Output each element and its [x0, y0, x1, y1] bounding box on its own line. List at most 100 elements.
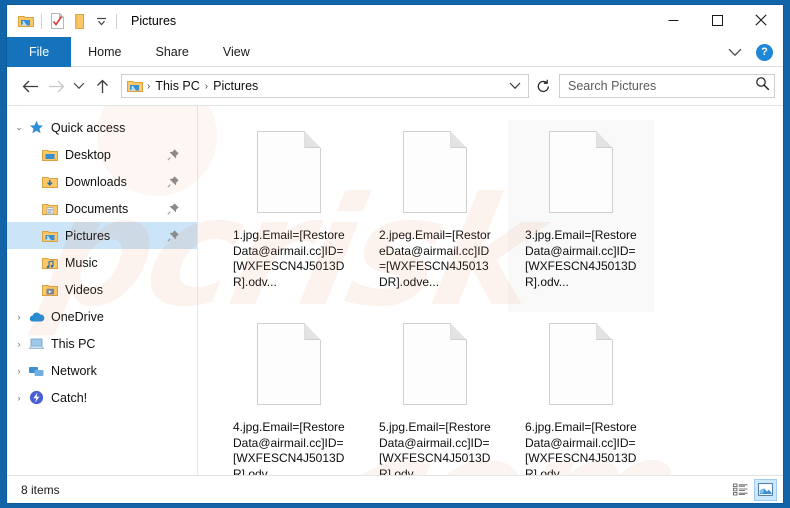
tab-share[interactable]: Share	[139, 37, 206, 67]
tab-file[interactable]: File	[7, 37, 72, 67]
pin-icon[interactable]	[167, 148, 179, 161]
blank-document-icon	[533, 124, 629, 220]
file-item[interactable]: 1.jpg.Email=[RestoreData@airmail.cc]ID=[…	[216, 120, 362, 312]
quick-access-toolbar	[7, 10, 121, 32]
breadcrumb-pictures[interactable]: Pictures	[210, 79, 261, 93]
sidebar-item-onedrive[interactable]: › OneDrive	[7, 303, 197, 330]
sidebar-label: Network	[51, 363, 97, 378]
file-explorer-window: Pictures File Home Share View ? › This P…	[6, 4, 784, 504]
folder-music-icon	[41, 255, 59, 271]
sidebar-item-this-pc[interactable]: › This PC	[7, 330, 197, 357]
tab-home[interactable]: Home	[71, 37, 138, 67]
sidebar-label: Quick access	[51, 120, 126, 135]
forward-button	[43, 73, 69, 99]
address-bar: › This PC › Pictures Search Pictures	[7, 67, 783, 105]
sidebar-item-catch[interactable]: › Catch!	[7, 384, 197, 411]
explorer-body: ⌄ Quick access Desktop Downloads Documen…	[7, 105, 783, 475]
chevron-right-icon[interactable]: ›	[11, 363, 27, 379]
file-item[interactable]: 3.jpg.Email=[RestoreData@airmail.cc]ID=[…	[508, 120, 654, 312]
view-mode-buttons	[729, 478, 777, 501]
item-count-label: 8 items	[21, 482, 60, 497]
chevron-right-icon[interactable]: ›	[11, 390, 27, 406]
title-bar: Pictures	[7, 5, 783, 37]
customize-dropdown-icon[interactable]	[90, 10, 112, 32]
status-bar: 8 items	[7, 475, 783, 503]
properties-icon[interactable]	[46, 10, 68, 32]
file-name-label: 6.jpg.Email=[RestoreData@airmail.cc]ID=[…	[525, 420, 637, 475]
pin-icon[interactable]	[167, 175, 179, 188]
file-name-label: 2.jpeg.Email=[RestoreData@airmail.cc]ID=…	[379, 228, 491, 289]
search-input[interactable]: Search Pictures	[559, 74, 775, 98]
pictures-folder-icon[interactable]	[15, 10, 37, 32]
folder-pictures-icon	[41, 228, 59, 244]
file-list-pane[interactable]: 1.jpg.Email=[RestoreData@airmail.cc]ID=[…	[197, 106, 783, 475]
tab-view[interactable]: View	[206, 37, 267, 67]
sidebar-item-documents[interactable]: Documents	[7, 195, 197, 222]
toolbar-separator-2	[116, 13, 117, 29]
details-view-button[interactable]	[729, 479, 752, 501]
breadcrumb-separator-1[interactable]: ›	[203, 81, 210, 92]
breadcrumb-separator-0[interactable]: ›	[145, 81, 152, 92]
file-name-label: 4.jpg.Email=[RestoreData@airmail.cc]ID=[…	[233, 420, 345, 475]
sidebar-label: Catch!	[51, 390, 88, 405]
file-grid: 1.jpg.Email=[RestoreData@airmail.cc]ID=[…	[216, 120, 783, 475]
address-dropdown-icon[interactable]	[506, 75, 524, 97]
sidebar-label: Documents	[65, 201, 129, 216]
breadcrumb-this-pc[interactable]: This PC	[152, 79, 202, 93]
ribbon-right-controls: ?	[724, 37, 777, 67]
sidebar-label: Pictures	[65, 228, 111, 243]
back-button[interactable]	[17, 73, 43, 99]
refresh-button[interactable]	[531, 74, 555, 98]
sidebar-item-desktop[interactable]: Desktop	[7, 141, 197, 168]
up-button[interactable]	[89, 73, 115, 99]
this-pc-icon	[27, 336, 45, 352]
blank-document-icon	[533, 316, 629, 412]
blank-document-icon	[387, 124, 483, 220]
minimize-button[interactable]	[651, 5, 695, 35]
search-placeholder: Search Pictures	[568, 79, 657, 93]
new-folder-icon[interactable]	[68, 10, 90, 32]
toolbar-separator-1	[41, 13, 42, 29]
sidebar-item-pictures[interactable]: Pictures	[7, 222, 197, 249]
file-item[interactable]: 6.jpg.Email=[RestoreData@airmail.cc]ID=[…	[508, 312, 654, 475]
sidebar-label: Downloads	[65, 174, 127, 189]
blank-document-icon	[387, 316, 483, 412]
star-icon	[27, 120, 45, 136]
catch-icon	[27, 390, 45, 406]
recent-locations-button[interactable]	[69, 73, 89, 99]
chevron-down-icon[interactable]: ⌄	[11, 120, 27, 136]
chevron-down-icon[interactable]	[724, 41, 746, 63]
navigation-pane: ⌄ Quick access Desktop Downloads Documen…	[7, 106, 197, 475]
sidebar-label: This PC	[51, 336, 96, 351]
sidebar-item-downloads[interactable]: Downloads	[7, 168, 197, 195]
chevron-right-icon[interactable]: ›	[11, 309, 27, 325]
pin-icon[interactable]	[167, 202, 179, 215]
file-item[interactable]: 5.jpg.Email=[RestoreData@airmail.cc]ID=[…	[362, 312, 508, 475]
window-title: Pictures	[131, 14, 177, 28]
help-icon[interactable]: ?	[756, 43, 773, 61]
pictures-folder-icon-breadcrumb	[127, 79, 143, 93]
folder-downloads-icon	[41, 174, 59, 190]
address-input[interactable]: › This PC › Pictures	[121, 74, 529, 98]
chevron-right-icon[interactable]: ›	[11, 336, 27, 352]
sidebar-item-music[interactable]: Music	[7, 249, 197, 276]
sidebar-item-videos[interactable]: Videos	[7, 276, 197, 303]
folder-videos-icon	[41, 282, 59, 298]
sidebar-item-network[interactable]: › Network	[7, 357, 197, 384]
file-name-label: 3.jpg.Email=[RestoreData@airmail.cc]ID=[…	[525, 228, 637, 289]
file-name-label: 1.jpg.Email=[RestoreData@airmail.cc]ID=[…	[233, 228, 345, 289]
pin-icon[interactable]	[167, 229, 179, 242]
sidebar-label: Videos	[65, 282, 103, 297]
file-item[interactable]: 4.jpg.Email=[RestoreData@airmail.cc]ID=[…	[216, 312, 362, 475]
search-icon[interactable]	[755, 76, 770, 96]
ribbon-tab-bar: File Home Share View ?	[7, 37, 783, 67]
file-item[interactable]: 2.jpeg.Email=[RestoreData@airmail.cc]ID=…	[362, 120, 508, 312]
folder-documents-icon	[41, 201, 59, 217]
file-name-label: 5.jpg.Email=[RestoreData@airmail.cc]ID=[…	[379, 420, 491, 475]
close-button[interactable]	[739, 5, 783, 35]
maximize-button[interactable]	[695, 5, 739, 35]
folder-desktop-icon	[41, 147, 59, 163]
sidebar-item-quick-access[interactable]: ⌄ Quick access	[7, 114, 197, 141]
window-controls	[651, 5, 783, 37]
large-icons-view-button[interactable]	[754, 478, 777, 501]
